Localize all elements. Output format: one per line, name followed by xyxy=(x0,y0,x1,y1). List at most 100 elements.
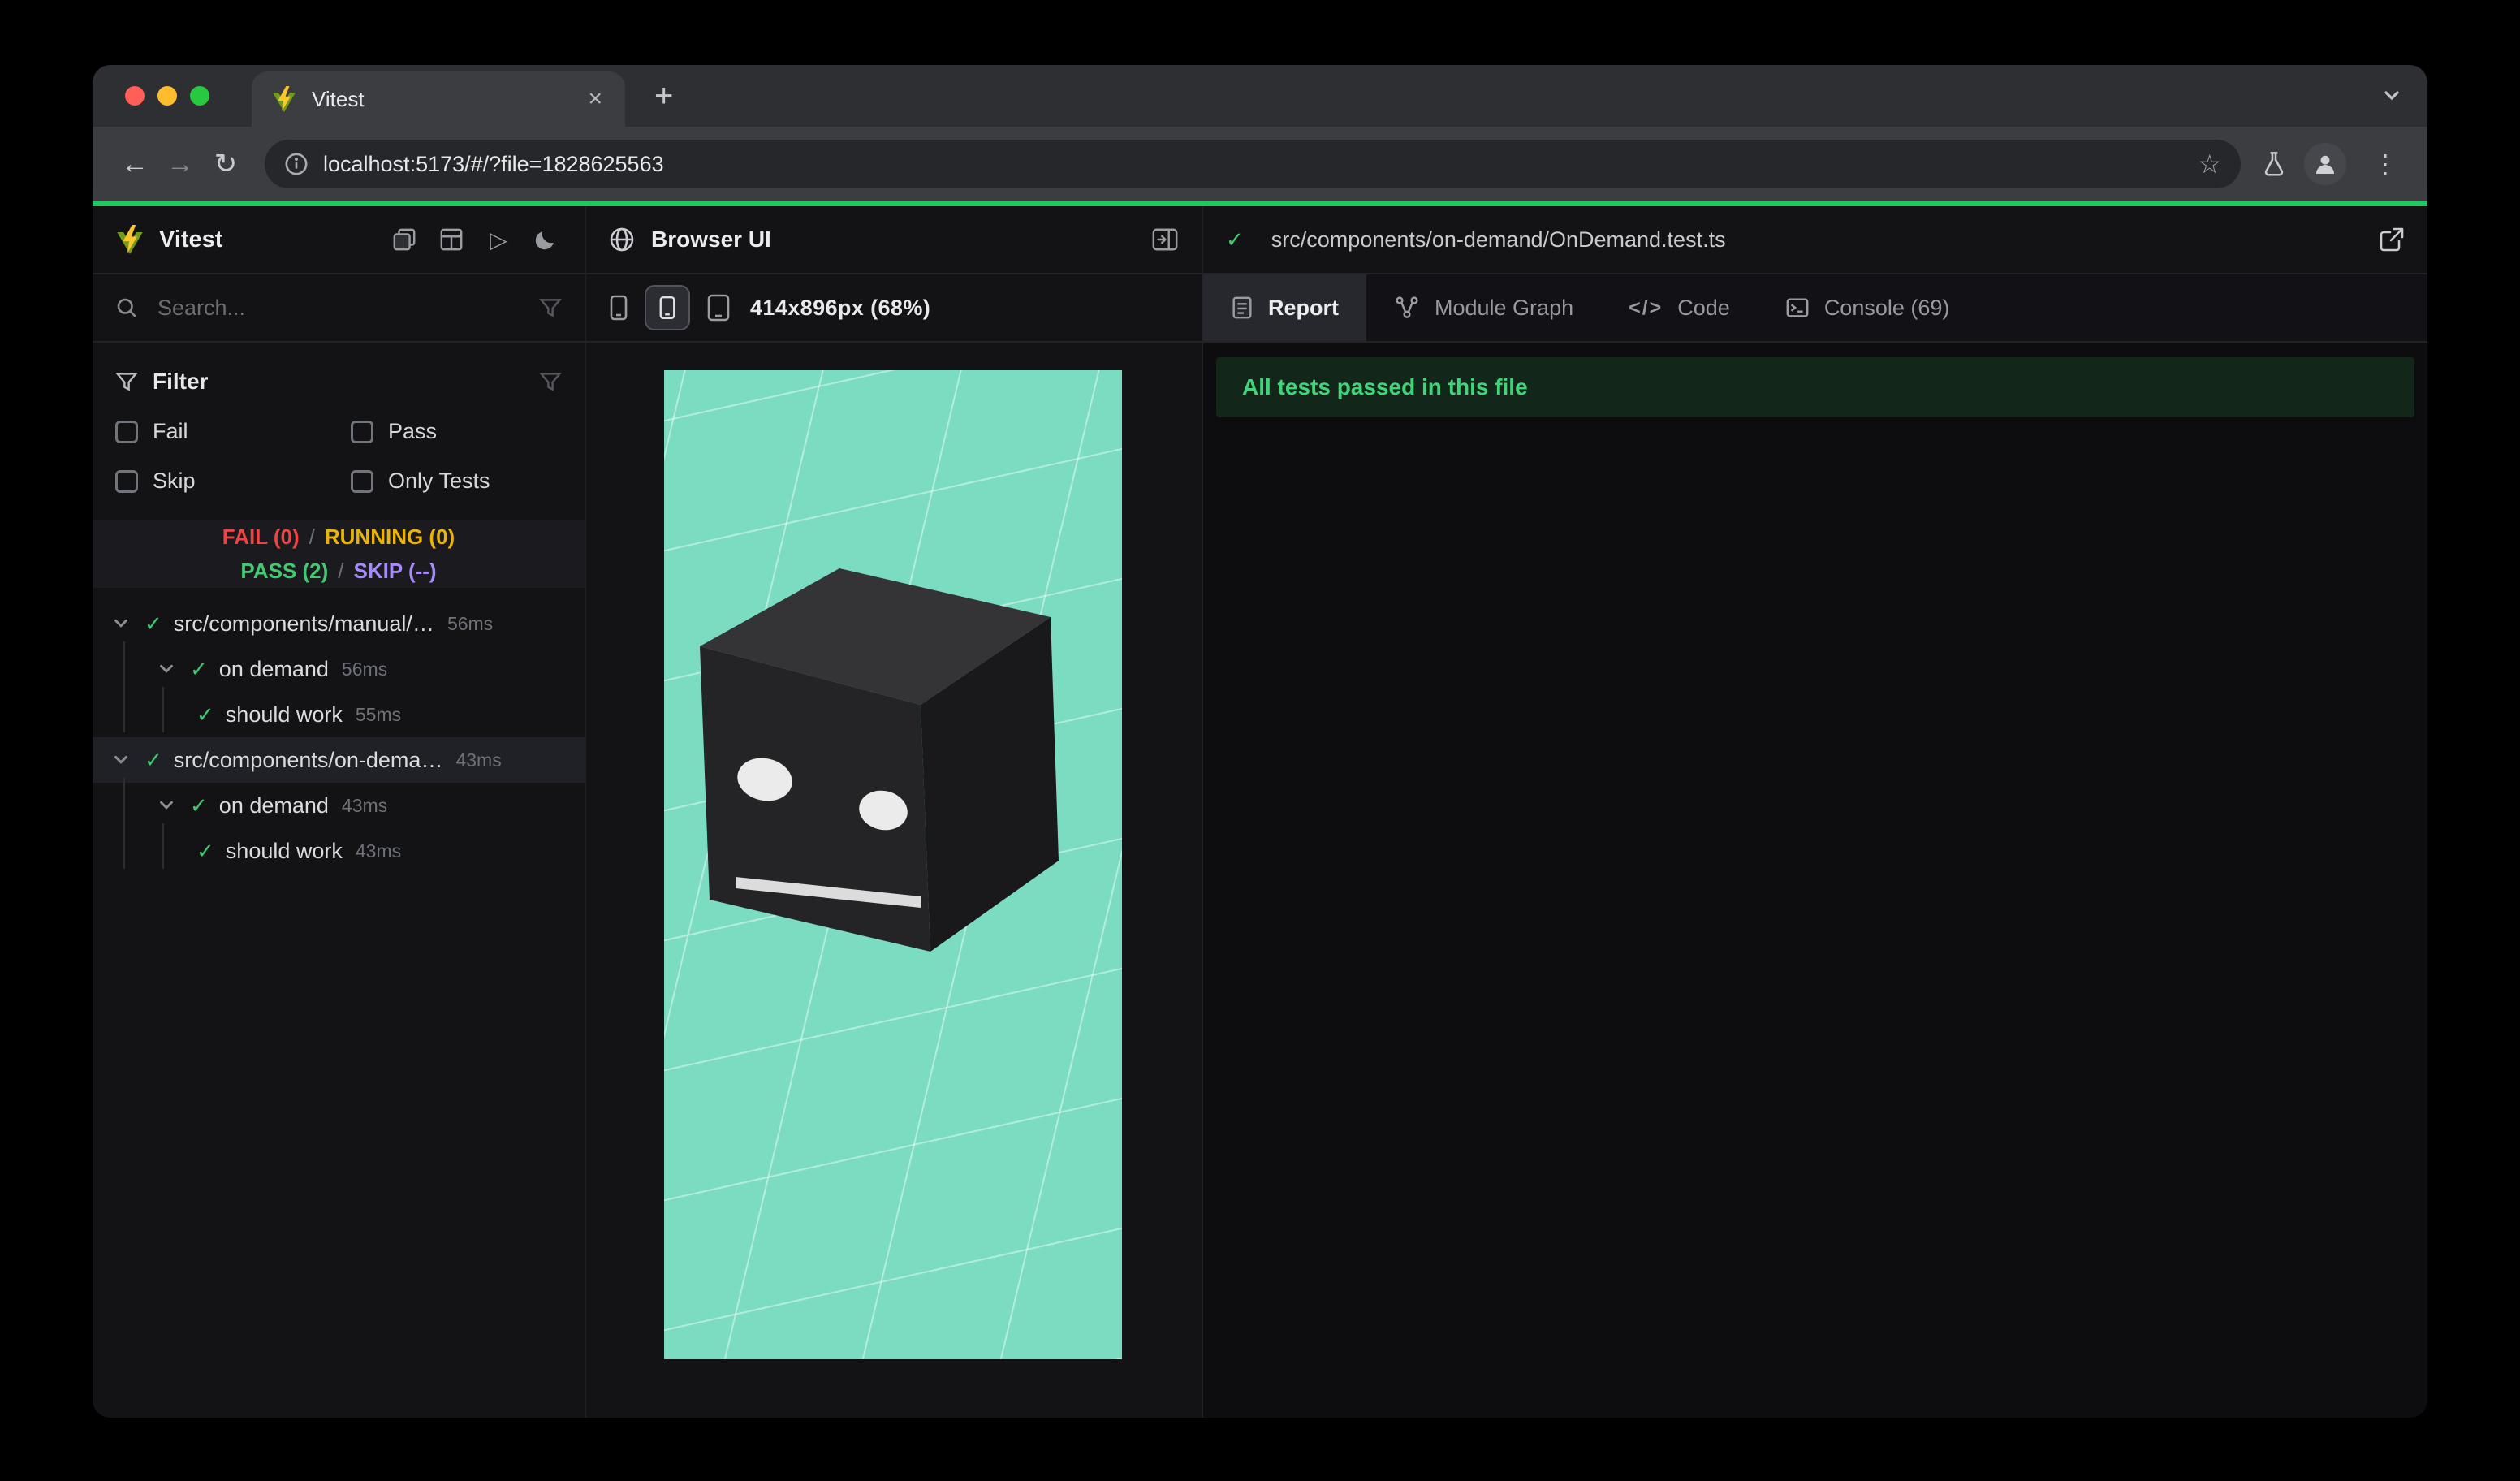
checkbox-label: Skip xyxy=(153,468,196,493)
collapse-panels-icon[interactable] xyxy=(388,223,421,256)
tree-group: ✓ should work 43ms xyxy=(93,823,585,874)
pass-check-icon: ✓ xyxy=(196,702,214,727)
search-input[interactable] xyxy=(154,293,539,322)
browser-preview-iframe[interactable] xyxy=(664,370,1122,1359)
clear-filter-icon[interactable] xyxy=(539,370,562,393)
pass-check-icon: ✓ xyxy=(190,656,208,681)
chevron-down-icon[interactable] xyxy=(112,615,130,633)
tree-label: should work xyxy=(225,702,343,727)
chevron-down-icon[interactable] xyxy=(158,660,175,678)
tree-label: on demand xyxy=(218,792,329,818)
app-title: Vitest xyxy=(159,226,223,253)
close-window-button[interactable] xyxy=(125,86,145,106)
report-doc-icon xyxy=(1231,296,1254,320)
code-icon: </> xyxy=(1629,296,1663,319)
fail-count: FAIL (0) xyxy=(222,524,300,549)
tab-search-chevron-icon[interactable] xyxy=(2382,86,2401,106)
module-graph-icon xyxy=(1394,296,1420,320)
tree-label: src/components/manual/… xyxy=(173,611,434,636)
test-file-path: src/components/on-demand/OnDemand.test.t… xyxy=(1271,227,1726,252)
forward-button[interactable]: → xyxy=(158,141,203,187)
dashboard-icon[interactable] xyxy=(435,223,468,256)
browser-tab[interactable]: Vitest × xyxy=(252,71,625,127)
tab-title: Vitest xyxy=(312,86,365,111)
checkbox-icon[interactable] xyxy=(115,420,138,443)
tree-label: should work xyxy=(225,838,343,863)
new-tab-button[interactable]: + xyxy=(641,76,686,115)
flask-icon[interactable] xyxy=(2260,150,2288,178)
checkbox-label: Fail xyxy=(153,419,188,443)
tree-label: src/components/on-dema… xyxy=(173,747,443,772)
run-all-icon[interactable]: ▷ xyxy=(482,223,515,256)
checkbox-icon[interactable] xyxy=(351,420,373,443)
zoom-window-button[interactable] xyxy=(190,86,209,106)
browser-window: Vitest × + ← → ↻ localhost:5173/#/?file=… xyxy=(93,65,2427,1418)
tree-suite-row[interactable]: ✓ on demand 43ms xyxy=(93,783,585,828)
summary-line-1: FAIL (0) / RUNNING (0) xyxy=(93,520,585,554)
tree-duration: 43ms xyxy=(355,840,402,861)
vitest-logo xyxy=(117,225,143,254)
console-icon xyxy=(1785,296,1810,320)
url-text[interactable]: localhost:5173/#/?file=1828625563 xyxy=(323,152,2185,177)
filter-checkbox-skip[interactable]: Skip xyxy=(115,468,351,494)
tab-code[interactable]: </> Code xyxy=(1601,274,1758,341)
tree-file-row-selected[interactable]: ✓ src/components/on-dema… 43ms xyxy=(93,737,585,783)
bookmark-star-icon[interactable]: ☆ xyxy=(2198,149,2221,179)
tree-label: on demand xyxy=(218,656,329,681)
running-count: RUNNING (0) xyxy=(324,524,455,549)
minimize-window-button[interactable] xyxy=(158,86,177,106)
tab-label: Console (69) xyxy=(1823,295,1950,320)
robot-cube xyxy=(700,568,1059,952)
filter-checkbox-fail[interactable]: Fail xyxy=(115,419,351,444)
tree-duration: 43ms xyxy=(455,749,502,771)
tab-module-graph[interactable]: Module Graph xyxy=(1366,274,1601,341)
pass-check-icon: ✓ xyxy=(196,838,214,863)
device-selected-box[interactable] xyxy=(645,285,690,330)
browser-toolbar: ← → ↻ localhost:5173/#/?file=1828625563 … xyxy=(93,127,2427,201)
checkbox-icon[interactable] xyxy=(351,469,373,493)
pass-check-icon: ✓ xyxy=(145,747,162,772)
search-row xyxy=(93,274,585,343)
checkbox-label: Only Tests xyxy=(388,468,490,493)
back-button[interactable]: ← xyxy=(112,141,158,187)
search-filter-icon[interactable] xyxy=(539,296,562,319)
tab-console[interactable]: Console (69) xyxy=(1758,274,1978,341)
browser-ui-header: Browser UI xyxy=(586,206,1202,274)
test-summary: FAIL (0) / RUNNING (0) PASS (2) / SKIP (… xyxy=(93,520,585,588)
device-toolbar: 414x896px (68%) xyxy=(586,274,1202,343)
phone-small-icon[interactable] xyxy=(609,294,628,322)
checkbox-label: Pass xyxy=(388,419,438,443)
tree-test-row[interactable]: ✓ should work 55ms xyxy=(93,692,585,737)
report-tabs: Report Module Graph </> Code Console (69… xyxy=(1203,274,2427,343)
checkbox-icon[interactable] xyxy=(115,469,138,493)
phone-portrait-icon xyxy=(658,295,676,321)
tab-label: Module Graph xyxy=(1435,295,1574,320)
dark-mode-moon-icon[interactable] xyxy=(529,223,562,256)
filter-title-row: Filter xyxy=(115,369,562,395)
test-tree: ✓ src/components/manual/… 56ms ✓ on dema… xyxy=(93,601,585,874)
open-external-icon[interactable] xyxy=(2379,227,2405,253)
tree-test-row[interactable]: ✓ should work 43ms xyxy=(93,828,585,874)
traffic-lights xyxy=(125,86,209,106)
filter-checkbox-pass[interactable]: Pass xyxy=(351,419,562,444)
globe-icon xyxy=(609,227,635,253)
filter-checkbox-only-tests[interactable]: Only Tests xyxy=(351,468,562,494)
tree-file-row[interactable]: ✓ src/components/manual/… 56ms xyxy=(93,601,585,646)
toggle-side-panel-icon[interactable] xyxy=(1151,226,1179,253)
tab-report[interactable]: Report xyxy=(1203,274,1366,341)
profile-avatar[interactable] xyxy=(2304,143,2346,185)
tablet-icon[interactable] xyxy=(706,293,731,322)
all-tests-passed-banner: All tests passed in this file xyxy=(1216,357,2414,417)
tree-duration: 43ms xyxy=(341,794,388,816)
summary-separator: / xyxy=(338,558,344,583)
panel-title: Browser UI xyxy=(651,227,771,252)
summary-line-2: PASS (2) / SKIP (--) xyxy=(93,554,585,588)
browser-menu-icon[interactable]: ⋮ xyxy=(2362,149,2408,179)
reload-button[interactable]: ↻ xyxy=(203,141,248,187)
site-info-icon[interactable] xyxy=(284,152,309,176)
chevron-down-icon[interactable] xyxy=(112,751,130,769)
tree-suite-row[interactable]: ✓ on demand 56ms xyxy=(93,646,585,692)
chevron-down-icon[interactable] xyxy=(158,797,175,814)
tab-close-icon[interactable]: × xyxy=(581,84,609,114)
address-bar[interactable]: localhost:5173/#/?file=1828625563 ☆ xyxy=(265,140,2241,188)
